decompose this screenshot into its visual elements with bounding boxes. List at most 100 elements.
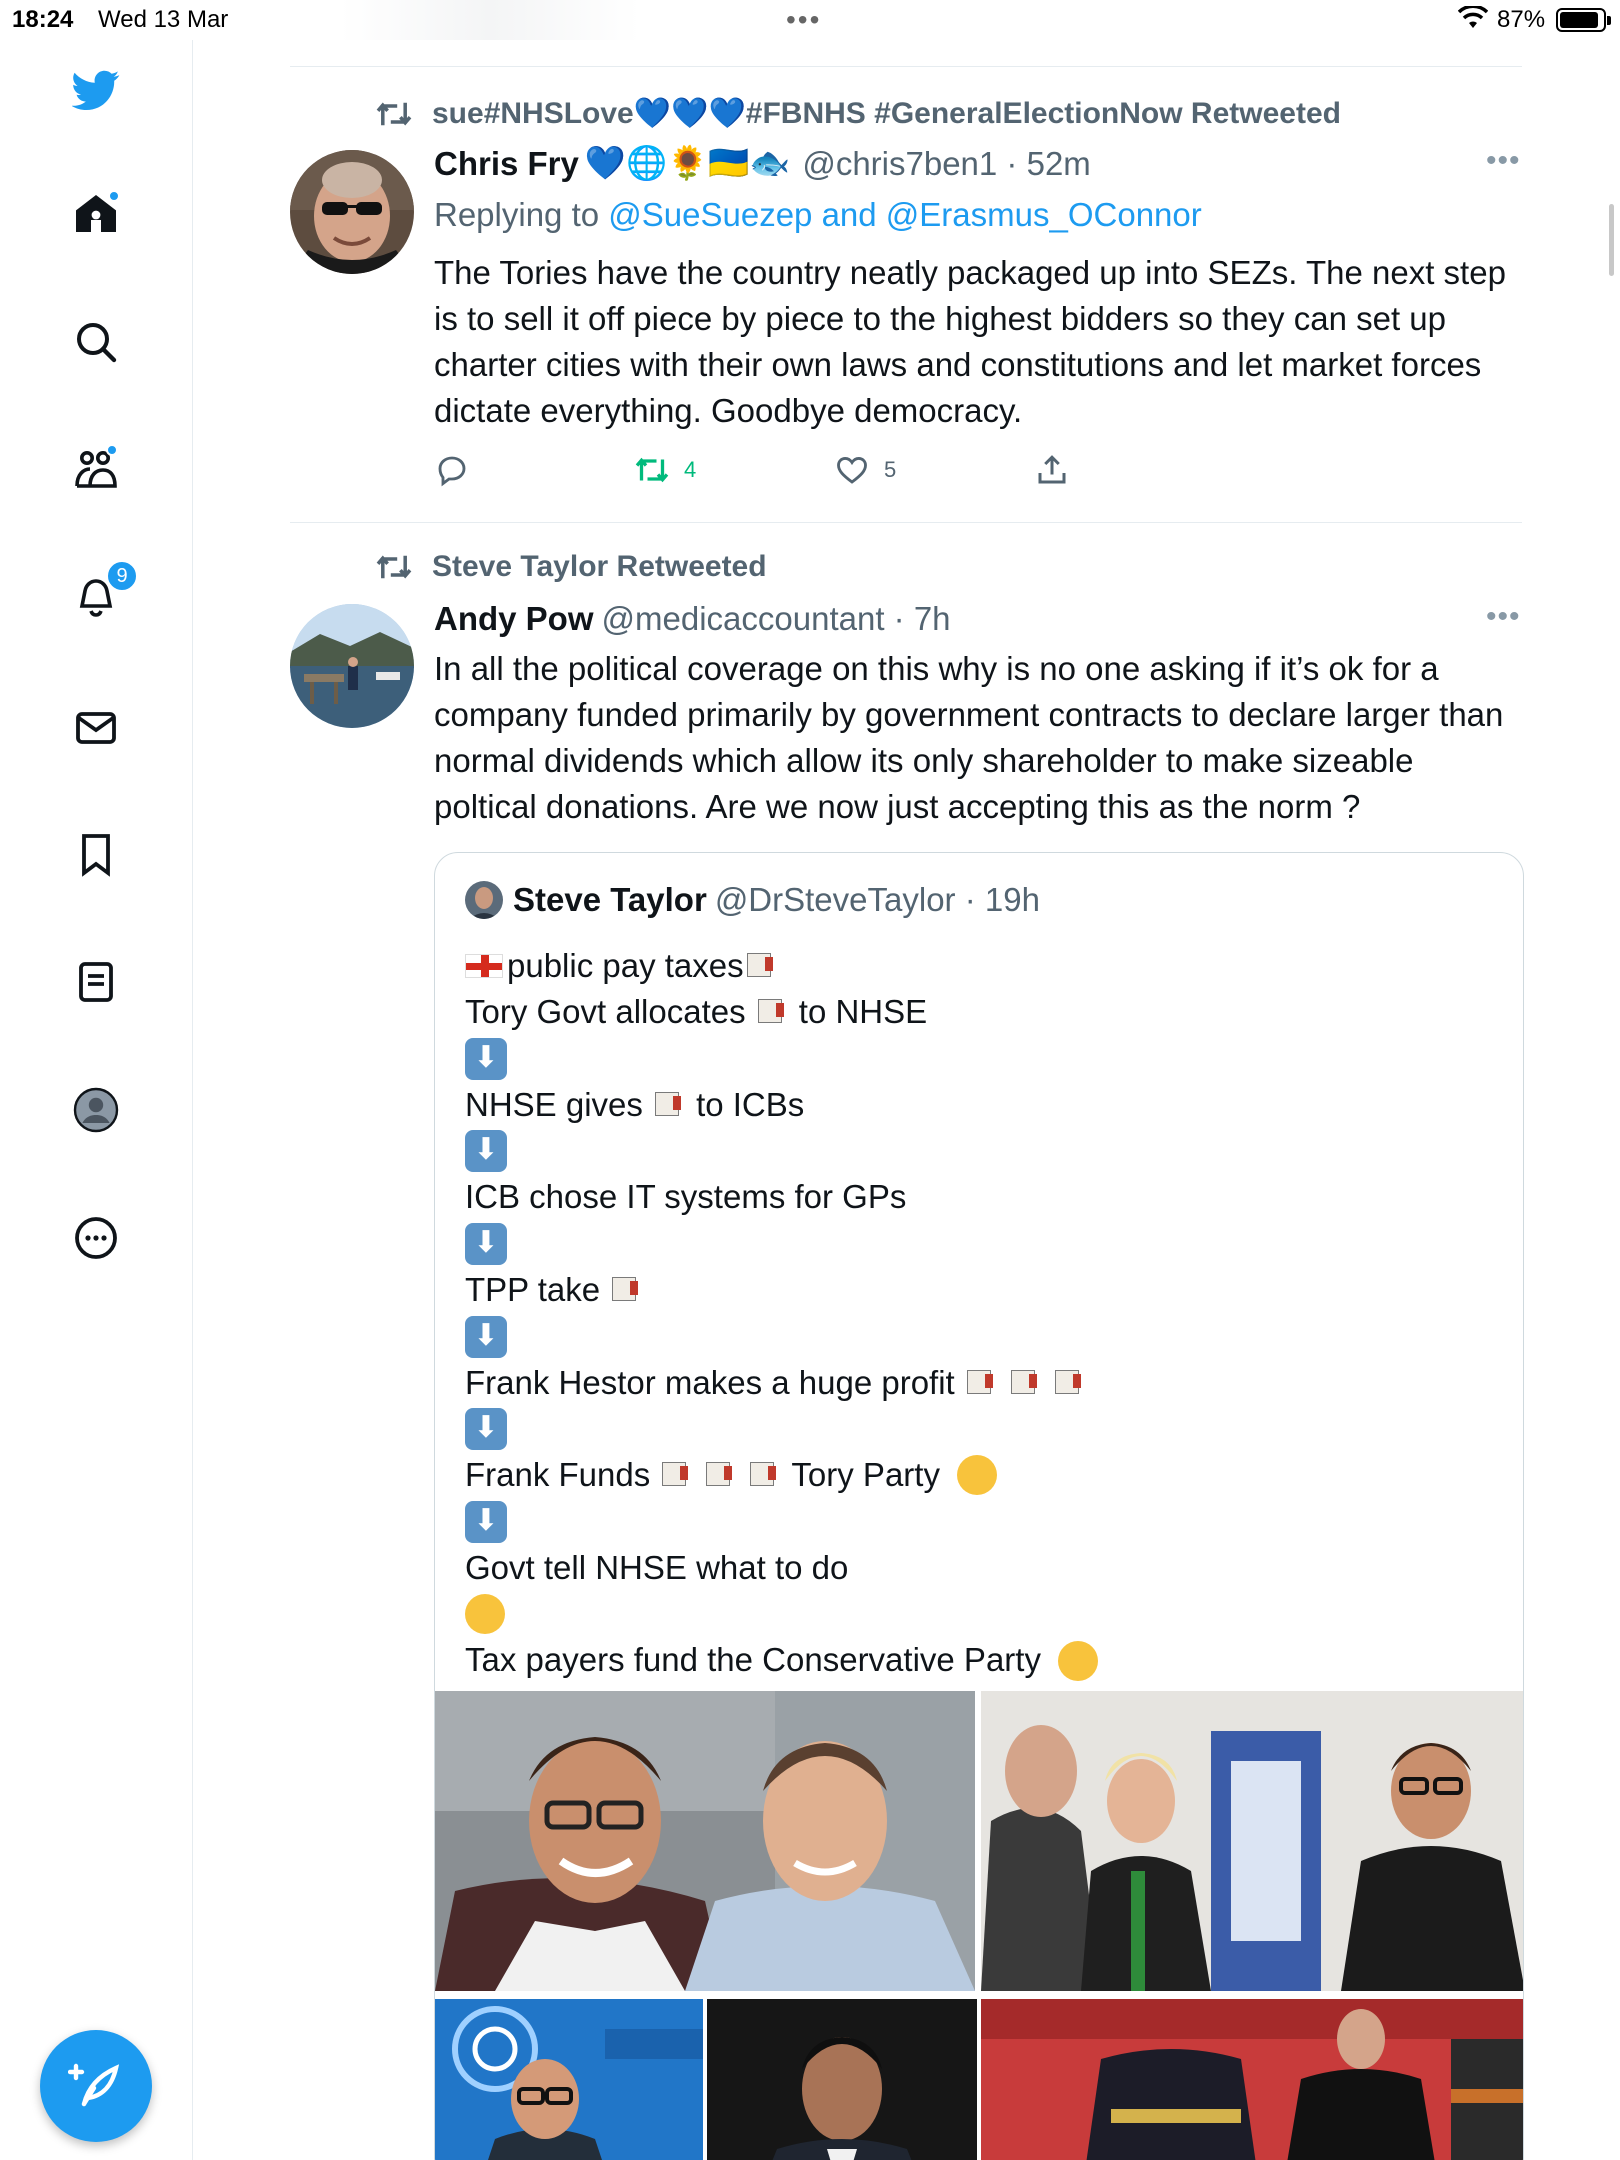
quoted-line: ⬇ [465, 1036, 1485, 1082]
profile-icon[interactable] [68, 1082, 124, 1138]
home-new-dot [108, 190, 120, 202]
quoted-line: ⬇ [465, 1499, 1485, 1545]
retweeted-by-label: Steve Taylor Retweeted [432, 550, 767, 583]
compose-button[interactable] [40, 2030, 152, 2142]
down-arrow-icon: ⬇ [465, 1315, 507, 1358]
quoted-line-text: public pay taxes [507, 947, 744, 984]
quoted-tweet[interactable]: Steve Taylor @DrSteveTaylor · 19h public… [434, 852, 1524, 2160]
quoted-line-text: ICB chose IT systems for GPs [465, 1178, 907, 1216]
quoted-author-handle: @DrSteveTaylor · 19h [714, 881, 1040, 918]
money-emoji-icon [706, 1462, 744, 1488]
replying-to-prefix: Replying to [434, 196, 609, 233]
like-button[interactable]: 5 [834, 452, 896, 488]
retweeted-by-label: sue#NHSLove💙💙💙#FBNHS #GeneralElectionNow… [432, 97, 1341, 130]
photo-man-in-suit[interactable] [707, 1999, 977, 2160]
down-arrow-icon: ⬇ [465, 1222, 507, 1265]
scrollbar[interactable] [1609, 204, 1614, 276]
money-emoji-icon [746, 953, 785, 979]
reply-icon [438, 456, 466, 487]
quoted-line: ⬇ [465, 1128, 1485, 1174]
down-arrow-icon: ⬇ [465, 1037, 507, 1080]
sidebar: 9 [0, 40, 193, 2160]
tweet-author-line: Chris Fry 💙🌐🌻🇺🇦🐟 @chris7ben1 · 52m [434, 144, 1091, 183]
lists-icon[interactable] [68, 954, 124, 1010]
tweet-actions: 4 5 [434, 452, 1134, 492]
heart-icon [837, 457, 867, 484]
author-name[interactable]: Chris Fry [434, 145, 579, 183]
reply-button[interactable] [434, 452, 484, 488]
share-button[interactable] [1034, 452, 1084, 488]
money-emoji-icon [655, 1092, 693, 1118]
replying-to-users[interactable]: @SueSuezep and @Erasmus_OConnor [608, 196, 1201, 233]
quoted-line-tail: to NHSE [798, 993, 928, 1031]
photo-ceremony[interactable] [981, 1999, 1523, 2160]
retweet-button[interactable]: 4 [634, 452, 696, 488]
replying-to: Replying to @SueSuezep and @Erasmus_OCon… [434, 196, 1202, 234]
photo-two-men-smiling[interactable] [435, 1691, 975, 1991]
twitter-bird-icon[interactable] [68, 62, 124, 118]
top-search-fade [340, 0, 640, 40]
retweet-count: 4 [684, 457, 697, 482]
quoted-line-text: TPP take [465, 1271, 610, 1309]
quoted-line-text: Frank Funds [465, 1456, 660, 1494]
quoted-line-tail: to ICBs [696, 1085, 805, 1123]
like-count: 5 [884, 457, 897, 482]
retweeted-by[interactable]: Steve Taylor Retweeted [374, 550, 767, 584]
party-face-icon [957, 1455, 998, 1496]
status-date: Wed 13 Mar [98, 6, 229, 33]
more-icon[interactable] [68, 1210, 124, 1266]
messages-icon[interactable] [68, 700, 124, 756]
money-emoji-icon [612, 1277, 650, 1303]
tweet-text: In all the political coverage on this wh… [434, 650, 1504, 825]
multitasking-dots-icon[interactable]: ••• [786, 4, 821, 36]
name-emojis: 💙🌐🌻🇺🇦🐟 [584, 144, 791, 181]
battery-percent: 87% [1497, 6, 1546, 33]
communities-new-dot [106, 444, 118, 456]
author-handle-time[interactable]: @medicaccountant · 7h [602, 600, 951, 638]
notifications-badge: 9 [106, 560, 138, 592]
quoted-line-tail: Tory Party [791, 1456, 950, 1494]
down-arrow-icon: ⬇ [465, 1130, 507, 1173]
search-icon[interactable] [68, 314, 124, 370]
quoted-line-text: NHSE gives [465, 1085, 653, 1123]
divider [290, 522, 1522, 523]
thinking-face-icon [465, 1594, 505, 1635]
quoted-line: ⬇ [465, 1221, 1485, 1267]
author-name[interactable]: Andy Pow [434, 600, 594, 638]
retweet-icon [635, 457, 669, 483]
photo-men-talking-at-event[interactable] [981, 1691, 1523, 1991]
quoted-line-text: Frank Hestor makes a huge profit [465, 1363, 964, 1401]
tweet-more-button[interactable]: ••• [1486, 144, 1521, 178]
tweet-text: The Tories have the country neatly packa… [434, 254, 1506, 429]
author-handle-time[interactable]: @chris7ben1 · 52m [802, 145, 1090, 183]
quoted-line-text: Tax payers fund the Conservative Party [465, 1641, 1051, 1679]
timeline: sue#NHSLove💙💙💙#FBNHS #GeneralElectionNow… [290, 40, 1524, 2160]
quoted-line: Govt tell NHSE what to do [465, 1545, 1485, 1591]
money-emoji-icon [750, 1462, 788, 1488]
retweet-small-icon [376, 101, 412, 126]
quoted-line: NHSE gives to ICBs [465, 1082, 1485, 1128]
bookmarks-icon[interactable] [68, 826, 124, 882]
notifications-icon[interactable]: 9 [68, 560, 138, 624]
quoted-line: ⬇ [465, 1313, 1485, 1359]
money-emoji-icon [662, 1462, 700, 1488]
down-arrow-icon: ⬇ [465, 1408, 507, 1451]
money-emoji-icon [757, 999, 796, 1025]
flushed-face-icon [1058, 1640, 1099, 1681]
tweet-more-button[interactable]: ••• [1486, 600, 1521, 634]
quoted-line [465, 1591, 1485, 1637]
communities-icon[interactable] [68, 442, 124, 498]
quoted-avatar [465, 881, 503, 919]
down-arrow-icon: ⬇ [465, 1500, 507, 1543]
home-icon[interactable] [68, 186, 124, 242]
retweeted-by[interactable]: sue#NHSLove💙💙💙#FBNHS #GeneralElectionNow… [374, 96, 1341, 131]
battery-icon [1556, 8, 1611, 32]
quoted-photo-grid [435, 1691, 1523, 2160]
photo-man-at-podium[interactable] [435, 1999, 703, 2160]
money-emoji-icon [1010, 1369, 1049, 1396]
england-flag-icon [465, 954, 503, 979]
quoted-line-text: Govt tell NHSE what to do [465, 1548, 849, 1586]
avatar-andy-pow[interactable] [290, 604, 414, 728]
avatar-chris-fry[interactable] [290, 150, 414, 274]
quoted-line: public pay taxes [465, 943, 1485, 989]
